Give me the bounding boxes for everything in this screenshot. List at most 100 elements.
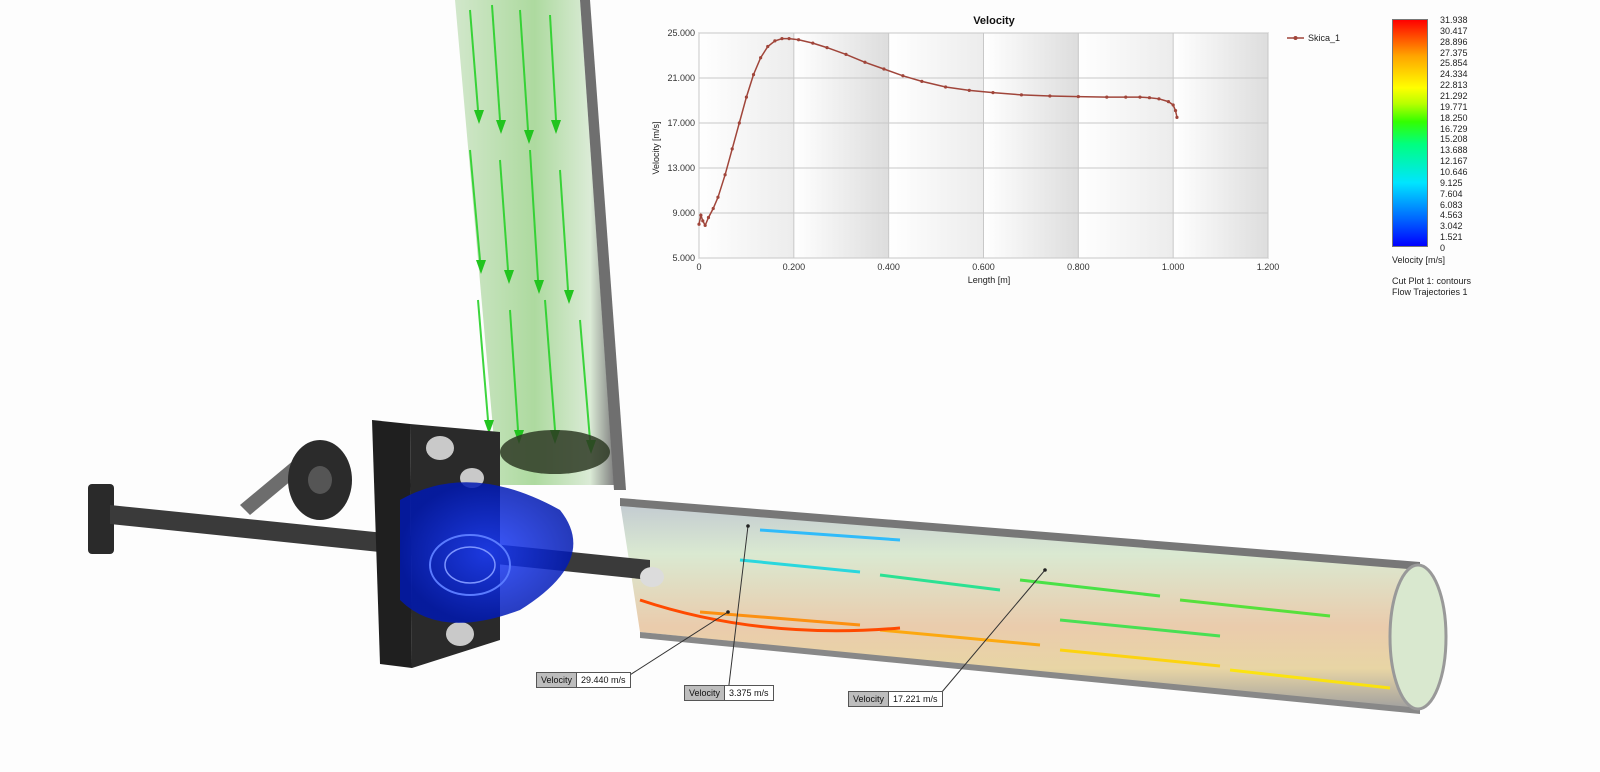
data-point (825, 46, 829, 50)
probe-value: 17.221 m/s (889, 692, 942, 706)
data-point (943, 85, 948, 89)
colorbar-tick-label: 10.646 (1440, 167, 1468, 177)
data-point (716, 195, 720, 199)
x-tick-label: 0 (696, 262, 701, 272)
plot-list-item-flow-trajectories: Flow Trajectories 1 (1392, 287, 1468, 297)
probe-label-1[interactable]: Velocity 29.440 m/s (536, 672, 631, 688)
y-axis-label: Velocity [m/s] (651, 121, 661, 174)
colorbar-tick-label: 3.042 (1440, 221, 1463, 232)
plot-band (1078, 33, 1174, 258)
colorbar-tick-label: 6.083 (1440, 199, 1463, 210)
data-point (697, 222, 701, 226)
y-tick-label: 21.000 (667, 73, 695, 83)
x-tick-label: 0.400 (877, 262, 900, 272)
data-point (751, 73, 756, 77)
colorbar-tick-label: 16.729 (1440, 123, 1468, 134)
horizontal-pipe (620, 498, 1448, 714)
data-point (1124, 95, 1128, 99)
data-point (1048, 94, 1052, 98)
y-tick-label: 5.000 (672, 253, 695, 263)
data-point (1138, 95, 1142, 99)
data-point (1173, 109, 1178, 113)
plot-band (699, 33, 794, 258)
data-point (773, 39, 777, 43)
colorbar-tick-label: 25.854 (1440, 58, 1468, 69)
data-point (1105, 95, 1109, 99)
probe-value: 3.375 m/s (725, 686, 773, 700)
chart-title: Velocity (973, 15, 1015, 27)
data-point (1019, 93, 1024, 97)
vertical-pipe (455, 0, 626, 490)
colorbar-tick-label: 9.125 (1440, 177, 1463, 188)
data-point (863, 60, 867, 64)
x-tick-label: 1.000 (1162, 262, 1185, 272)
colorbar-tick-label: 19.771 (1440, 101, 1468, 112)
data-point (706, 215, 711, 220)
data-point (1147, 96, 1152, 100)
x-axis-label: Length [m] (968, 275, 1011, 285)
data-point (811, 41, 815, 45)
colorbar-tick-labels: 31.938 30.417 28.896 27.375 25.854 24.334 22.8… (1440, 15, 1500, 255)
y-tick-labels: 5.000 9.000 13.000 17.000 21.000 25.000 (667, 28, 695, 263)
data-point (1171, 103, 1175, 107)
colorbar-tick-label: 22.813 (1440, 80, 1468, 91)
data-point (787, 37, 791, 41)
colorbar-tick-label: 12.167 (1440, 156, 1468, 167)
plot-band (1173, 33, 1268, 258)
probe-label-2[interactable]: Velocity 3.375 m/s (684, 685, 774, 701)
colorbar-tick-label: 30.417 (1440, 25, 1468, 36)
data-point (844, 52, 848, 56)
colorbar-tick-label: 28.896 (1440, 36, 1468, 47)
plot-band (793, 33, 889, 258)
colorbar-tick-label: 13.688 (1440, 145, 1468, 156)
colorbar-tick-label: 0 (1440, 243, 1446, 253)
colorbar-tick-label: 15.208 (1440, 134, 1468, 145)
probe-key: Velocity (685, 686, 726, 700)
plot-band (983, 33, 1079, 258)
probe-value: 29.440 m/s (577, 673, 630, 687)
probe-key: Velocity (537, 673, 578, 687)
y-tick-label: 25.000 (667, 28, 695, 38)
data-point (1157, 97, 1161, 101)
data-point (699, 213, 703, 217)
data-point (723, 173, 727, 177)
legend-label: Skica_1 (1308, 33, 1340, 43)
legend: Skica_1 (1287, 33, 1340, 43)
data-point (920, 79, 924, 83)
data-point (766, 44, 770, 49)
colorbar-tick-label: 31.938 (1440, 15, 1468, 25)
x-tick-label: 0.200 (783, 262, 806, 272)
data-point (701, 219, 705, 223)
data-point (703, 223, 707, 227)
y-tick-label: 13.000 (667, 163, 695, 173)
y-tick-label: 9.000 (672, 208, 695, 218)
colorbar-tick-label: 18.250 (1440, 112, 1468, 123)
colorbar-tick-label: 27.375 (1440, 47, 1468, 58)
probe-label-3[interactable]: Velocity 17.221 m/s (848, 691, 943, 707)
data-point (1076, 94, 1080, 99)
velocity-colorbar (1392, 19, 1428, 247)
x-tick-label: 1.200 (1257, 262, 1280, 272)
colorbar-tick-label: 21.292 (1440, 91, 1468, 101)
data-point (967, 88, 971, 92)
chart-svg: Velocity 0 0.200 0.400 0.600 0.800 1.000 1.200… (651, 15, 1340, 285)
data-point (1166, 100, 1171, 104)
x-tick-label: 0.800 (1067, 262, 1090, 272)
plot-band (888, 33, 984, 258)
probe-key: Velocity (849, 692, 890, 706)
plot-list-item-cut-plot: Cut Plot 1: contours (1392, 276, 1472, 286)
data-point (882, 67, 886, 71)
legend-swatch-marker (1293, 36, 1298, 40)
colorbar-tick-label: 24.334 (1440, 69, 1468, 80)
data-point (744, 95, 749, 99)
colorbar-tick-label: 4.563 (1440, 210, 1463, 221)
data-point (796, 38, 801, 42)
data-point (711, 206, 715, 211)
data-point (780, 37, 784, 41)
x-tick-label: 0.600 (972, 262, 995, 272)
x-tick-labels: 0 0.200 0.400 0.600 0.800 1.000 1.200 (696, 262, 1279, 272)
velocity-xy-plot: Velocity 0 0.200 0.400 0.600 0.800 1.000 1.200… (640, 8, 1340, 293)
y-tick-label: 17.000 (667, 118, 695, 128)
colorbar-tick-label: 1.521 (1440, 232, 1463, 243)
data-point (737, 121, 741, 125)
